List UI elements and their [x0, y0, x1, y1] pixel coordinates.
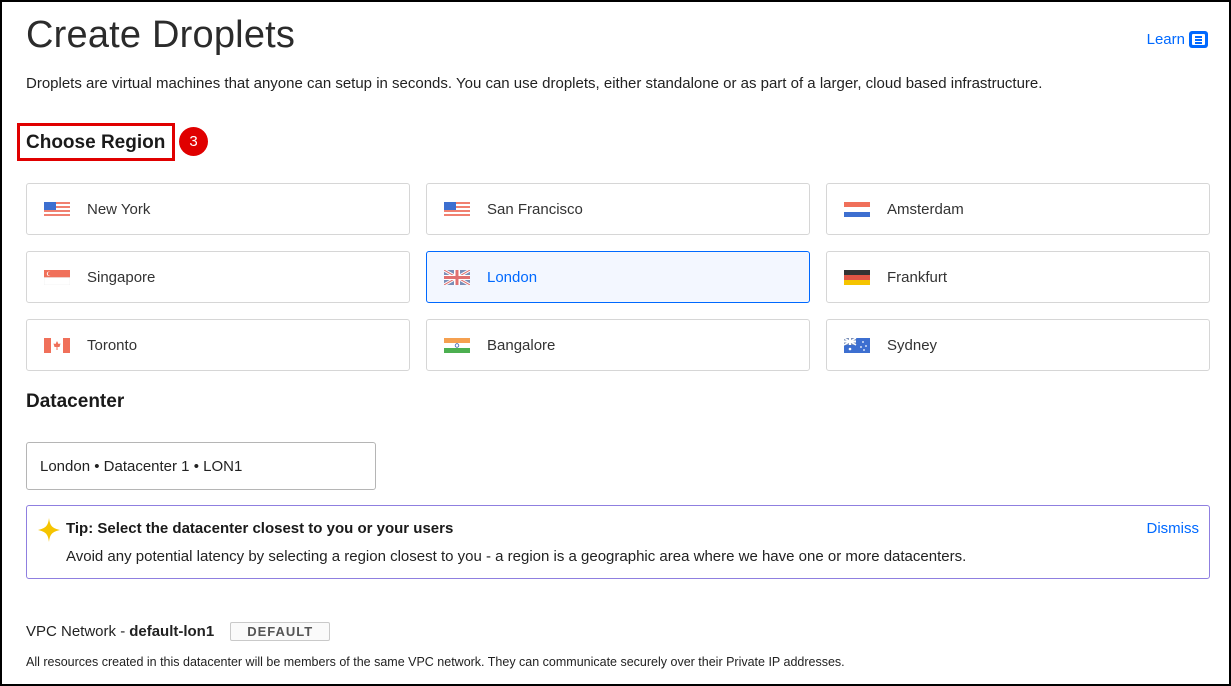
region-grid: New York San Francisco Amsterdam Singapo…: [26, 183, 1210, 371]
page-description: Droplets are virtual machines that anyon…: [26, 75, 1043, 92]
region-option-singapore[interactable]: Singapore: [26, 251, 410, 303]
region-label: San Francisco: [487, 200, 583, 218]
in-flag-icon: [444, 337, 470, 353]
datacenter-select[interactable]: London • Datacenter 1 • LON1: [26, 442, 376, 490]
region-option-amsterdam[interactable]: Amsterdam: [826, 183, 1210, 235]
us-flag-icon: [44, 201, 70, 217]
us-flag-icon: [444, 201, 470, 217]
docs-icon: [1189, 31, 1208, 48]
region-label: Amsterdam: [887, 200, 964, 218]
vpc-label: VPC Network -: [26, 623, 126, 640]
nl-flag-icon: [844, 201, 870, 217]
tip-body: Avoid any potential latency by selecting…: [66, 548, 967, 565]
region-label: Sydney: [887, 336, 938, 354]
de-flag-icon: [844, 269, 870, 285]
region-label: Toronto: [87, 336, 138, 354]
ca-flag-icon: [44, 337, 70, 353]
choose-region-heading: Choose Region: [26, 132, 166, 153]
region-label: Singapore: [87, 268, 156, 286]
region-option-sydney[interactable]: Sydney: [826, 319, 1210, 371]
learn-label: Learn: [1146, 31, 1185, 48]
uk-flag-icon: [444, 269, 470, 285]
vpc-network-name: default-lon1: [129, 623, 215, 640]
region-option-frankfurt[interactable]: Frankfurt: [826, 251, 1210, 303]
vpc-note: All resources created in this datacenter…: [26, 655, 845, 669]
region-label: London: [487, 268, 538, 286]
au-flag-icon: [844, 337, 870, 353]
sg-flag-icon: [44, 269, 70, 285]
page-title: Create Droplets: [26, 14, 296, 56]
region-option-london[interactable]: London: [426, 251, 810, 303]
learn-link[interactable]: Learn: [1147, 31, 1208, 48]
region-option-bangalore[interactable]: Bangalore: [426, 319, 810, 371]
tip-title: Tip: Select the datacenter closest to yo…: [66, 520, 454, 537]
default-badge: DEFAULT: [230, 622, 331, 641]
region-option-new-york[interactable]: New York: [26, 183, 410, 235]
vpc-network-row: VPC Network - default-lon1 DEFAULT: [26, 622, 331, 641]
region-label: Frankfurt: [887, 268, 948, 286]
region-label: New York: [87, 200, 151, 218]
tip-banner: Tip: Select the datacenter closest to yo…: [26, 505, 1210, 579]
sparkle-icon: [38, 518, 60, 542]
dismiss-button[interactable]: Dismiss: [1147, 520, 1200, 537]
region-label: Bangalore: [487, 336, 556, 354]
region-option-toronto[interactable]: Toronto: [26, 319, 410, 371]
datacenter-heading: Datacenter: [26, 391, 125, 412]
step-badge: 3: [179, 127, 208, 156]
region-option-san-francisco[interactable]: San Francisco: [426, 183, 810, 235]
